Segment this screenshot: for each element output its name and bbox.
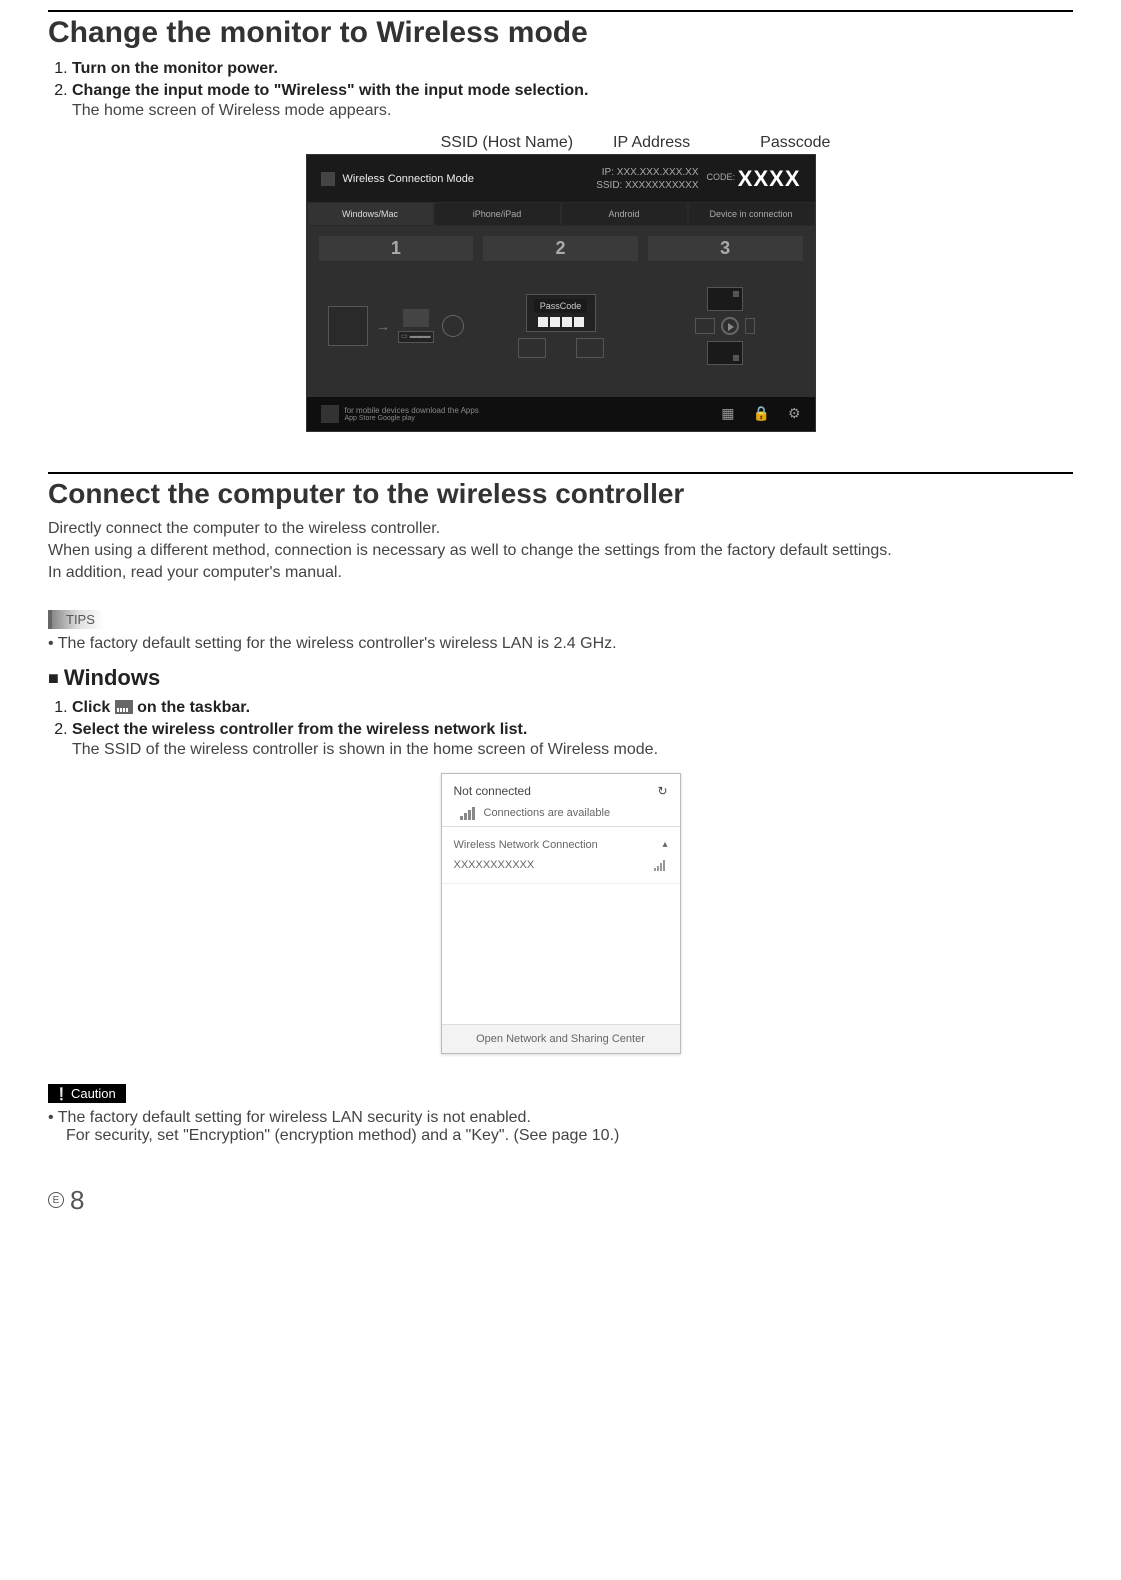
tab-iphone-ipad[interactable]: iPhone/iPad — [434, 202, 561, 226]
play-icon — [721, 317, 739, 335]
section2-title: Connect the computer to the wireless con… — [48, 478, 1073, 510]
display-bottom-icon — [707, 341, 743, 365]
section1-steps: Turn on the monitor power. Change the in… — [48, 60, 1073, 120]
wireless-mode-screenshot: Wireless Connection Mode IP: XXX.XXX.XXX… — [306, 154, 816, 432]
popup-ssid-item[interactable]: XXXXXXXXXXX — [454, 859, 535, 871]
laptop-icon — [328, 306, 368, 346]
caution-line2: For security, set "Encryption" (encrypti… — [66, 1127, 1073, 1145]
monitor-callouts: SSID (Host Name) IP Address Passcode — [48, 134, 1073, 152]
page-number: 8 — [70, 1185, 84, 1216]
windows-network-popup: Not connected ↻ Connections are availabl… — [441, 773, 681, 1054]
caution-label: Caution — [48, 1084, 126, 1103]
passcode-label: PassCode — [534, 299, 588, 313]
step2-text: Change the input mode to "Wireless" with… — [72, 82, 588, 99]
gear-icon[interactable]: ⚙ — [788, 405, 801, 422]
globe-icon — [442, 315, 464, 337]
tab-windows-mac[interactable]: Windows/Mac — [307, 202, 434, 226]
page-footer: E 8 — [48, 1185, 1073, 1216]
win-step1-post: on the taskbar. — [133, 699, 250, 716]
display-top-icon — [707, 287, 743, 311]
device-icon-b — [576, 338, 604, 358]
qr-icon — [321, 405, 339, 423]
page-letter: E — [48, 1192, 64, 1208]
code-value: XXXX — [738, 166, 801, 191]
signal-icon — [460, 806, 476, 820]
step1-text: Turn on the monitor power. — [72, 60, 278, 77]
footer-sub: App Store Google play — [345, 415, 479, 422]
col3-number: 3 — [648, 236, 803, 261]
ip-label: IP: — [602, 167, 614, 178]
win-step2-sub: The SSID of the wireless controller is s… — [72, 741, 1073, 759]
popup-available: Connections are available — [484, 807, 611, 819]
callout-passcode: Passcode — [760, 134, 830, 152]
tab-device-connection[interactable]: Device in connection — [688, 202, 815, 226]
tips-text: The factory default setting for the wire… — [48, 635, 1073, 653]
popup-section-label: Wireless Network Connection — [454, 839, 598, 851]
phone-icon — [745, 318, 755, 334]
ssid-value: XXXXXXXXXXX — [625, 180, 698, 191]
monitor-title: Wireless Connection Mode — [343, 173, 474, 185]
ip-value: XXX.XXX.XXX.XX — [617, 167, 699, 178]
monitor-app-icon — [321, 172, 335, 186]
refresh-icon[interactable]: ↻ — [657, 784, 667, 798]
monitor-tabs: Windows/Mac iPhone/iPad Android Device i… — [307, 202, 815, 226]
win-step1-pre: Click — [72, 699, 115, 716]
section2-para1: Directly connect the computer to the wir… — [48, 520, 1073, 538]
tab-android[interactable]: Android — [561, 202, 688, 226]
win-step2-text: Select the wireless controller from the … — [72, 721, 527, 738]
popup-not-connected: Not connected — [454, 784, 531, 798]
grid-icon[interactable]: ▦ — [721, 405, 734, 422]
col2-number: 2 — [483, 236, 638, 261]
lock-icon[interactable]: 🔒 — [753, 405, 770, 422]
callout-ssid: SSID (Host Name) — [441, 134, 573, 152]
ssid-label: SSID: — [596, 180, 622, 191]
arrow-icon: → — [376, 318, 390, 334]
device-box: ▭ ▬▬▬ — [398, 331, 434, 343]
tips-label: TIPS — [48, 610, 103, 629]
callout-ip: IP Address — [613, 134, 690, 152]
section2-para3: In addition, read your computer's manual… — [48, 564, 1073, 582]
wifi-icon — [403, 309, 429, 327]
section2-para2: When using a different method, connectio… — [48, 542, 1073, 560]
code-label: CODE: — [707, 172, 736, 182]
caution-line1: The factory default setting for wireless… — [48, 1109, 531, 1126]
windows-steps: Click on the taskbar. Select the wireles… — [48, 699, 1073, 759]
windows-heading: Windows — [48, 665, 1073, 691]
popup-footer-link[interactable]: Open Network and Sharing Center — [442, 1024, 680, 1053]
section1-title: Change the monitor to Wireless mode — [48, 16, 1073, 50]
small-screen-icon — [695, 318, 715, 334]
footer-text: for mobile devices download the Apps — [345, 406, 479, 415]
col1-number: 1 — [319, 236, 474, 261]
device-icon-a — [518, 338, 546, 358]
collapse-icon[interactable]: ▴ — [662, 839, 667, 850]
network-tray-icon[interactable] — [115, 700, 133, 714]
popup-empty-list — [442, 884, 680, 1024]
step2-sub: The home screen of Wireless mode appears… — [72, 102, 1073, 120]
ssid-signal-icon — [654, 859, 668, 871]
passcode-boxes — [538, 317, 584, 327]
